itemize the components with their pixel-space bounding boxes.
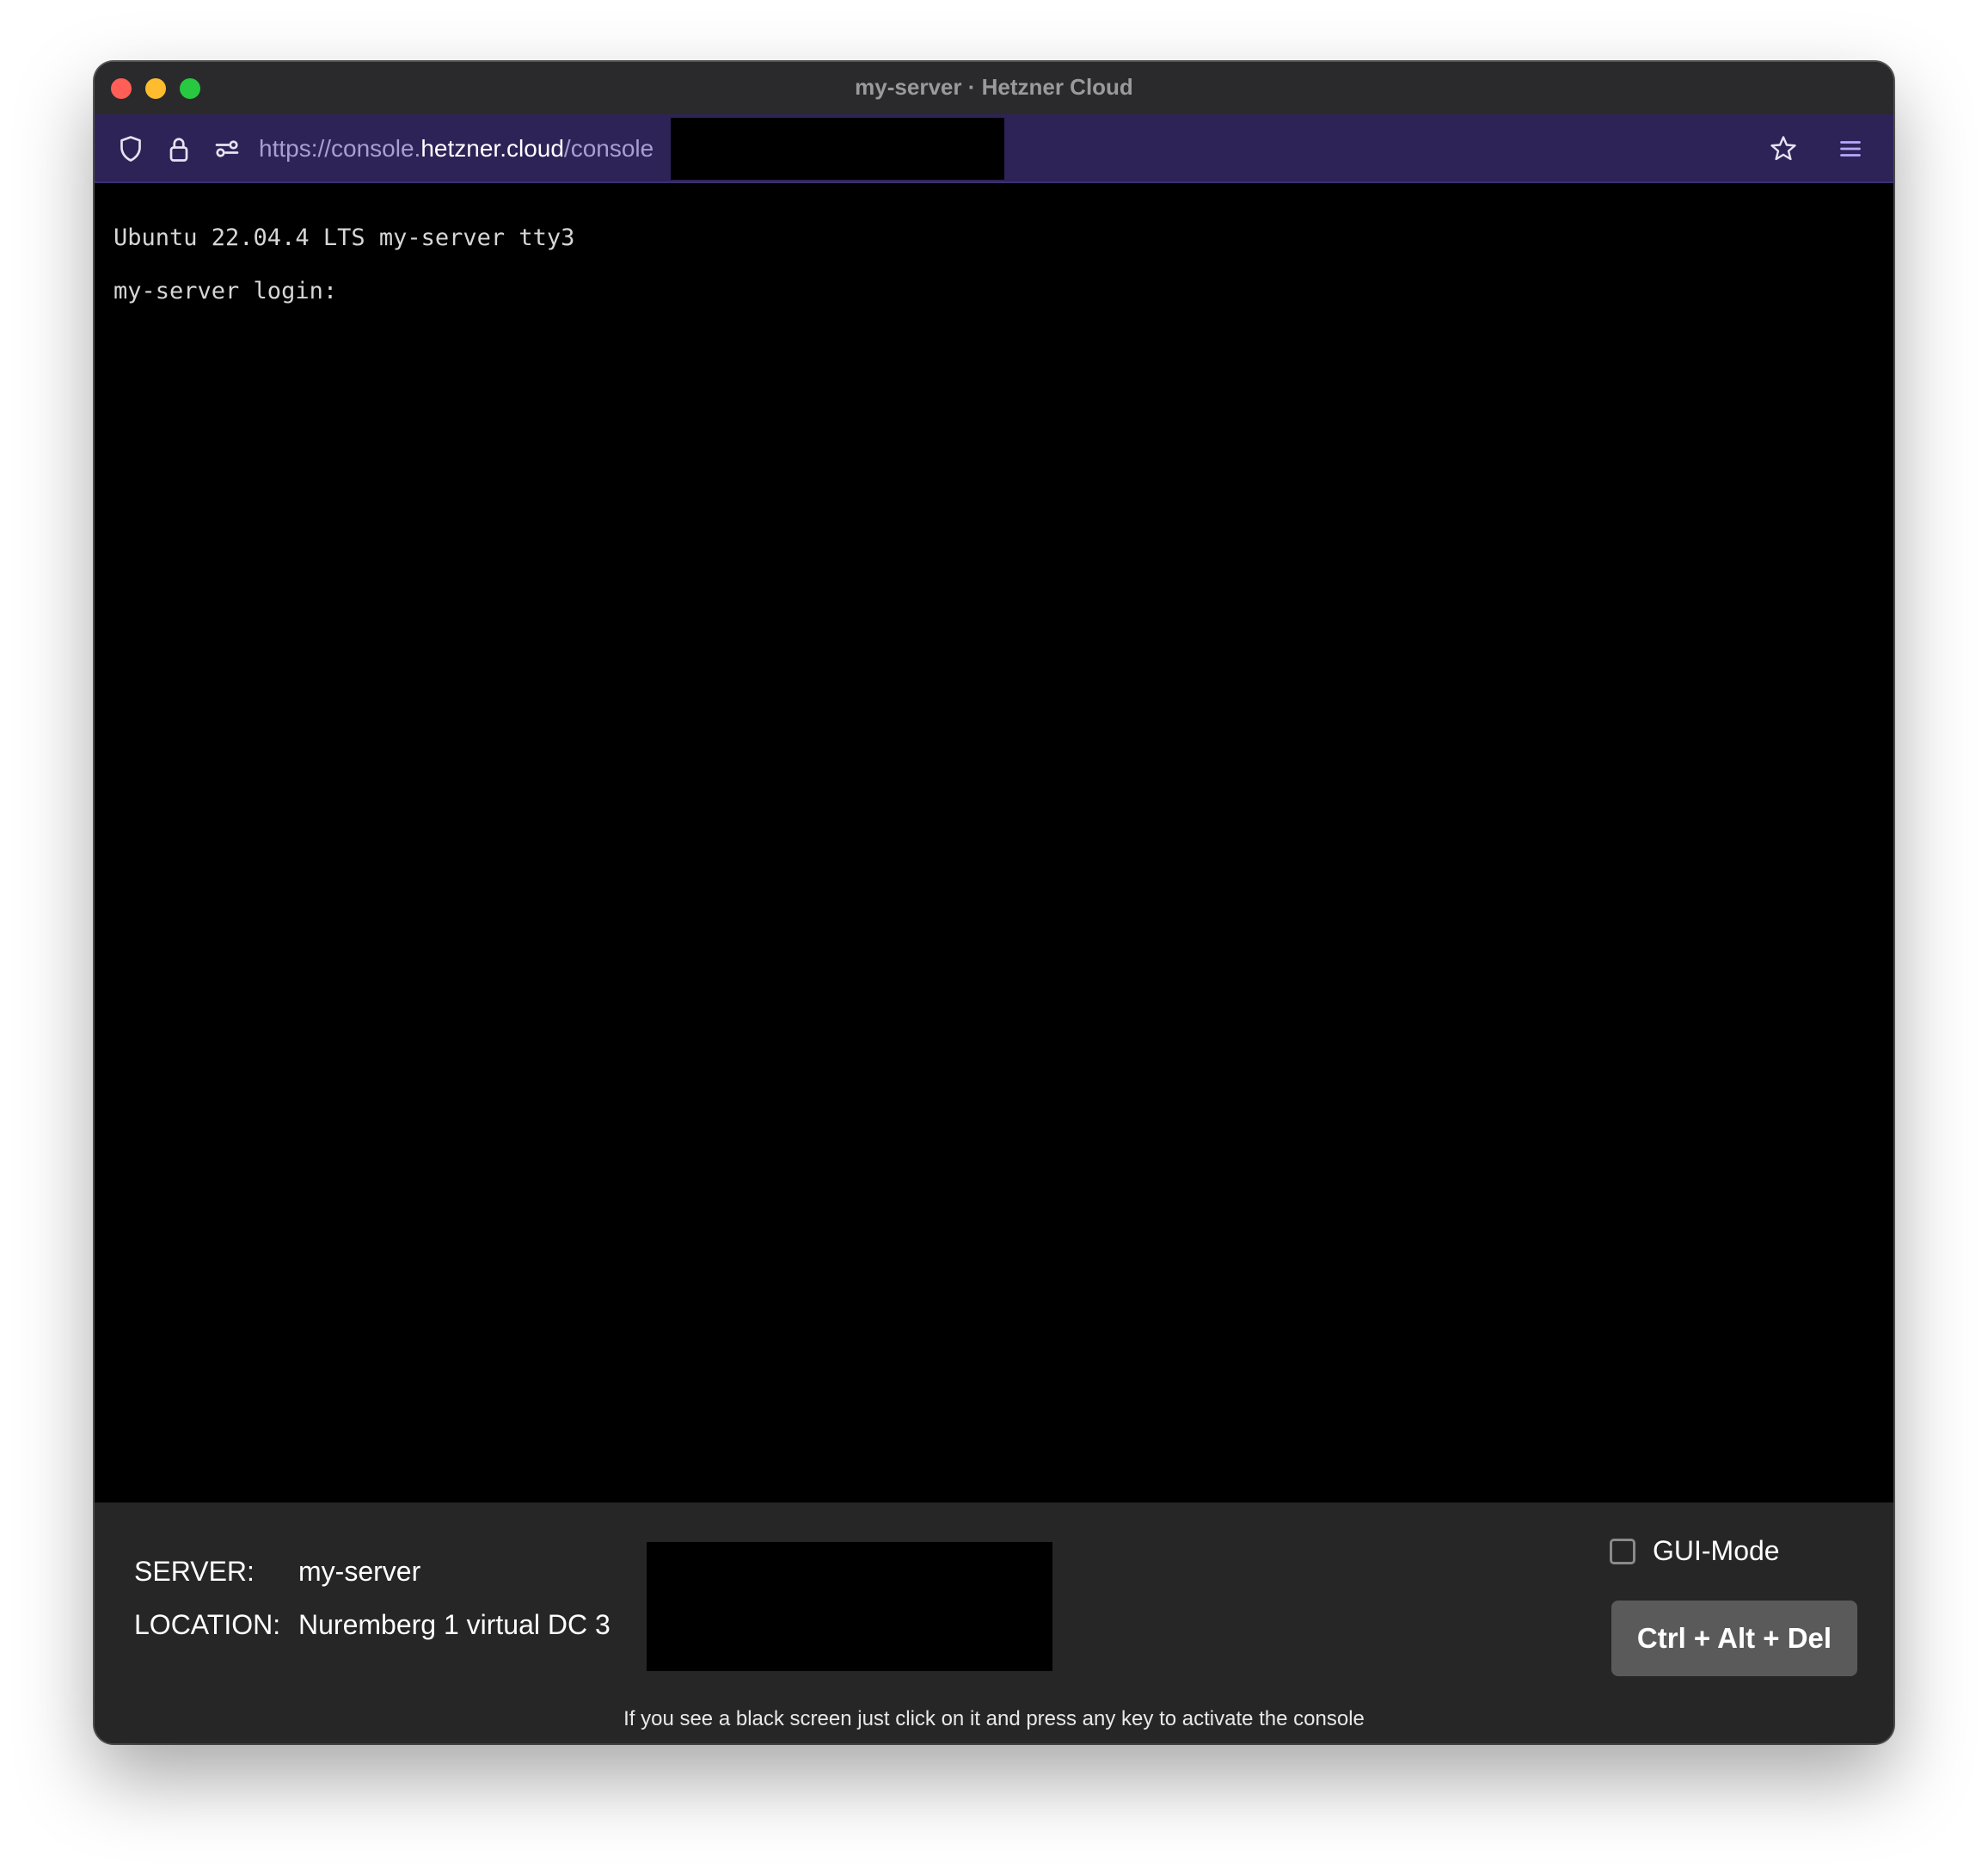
url-prefix: https://console. xyxy=(259,135,421,162)
console-hint: If you see a black screen just click on … xyxy=(623,1707,1365,1730)
terminal-line: Ubuntu 22.04.4 LTS my-server tty3 xyxy=(114,224,575,251)
console-terminal[interactable]: Ubuntu 22.04.4 LTS my-server tty3 my-ser… xyxy=(95,183,1893,1502)
menu-icon[interactable] xyxy=(1835,133,1866,164)
location-label: LOCATION: xyxy=(134,1609,281,1640)
shield-icon[interactable] xyxy=(115,133,146,164)
console-footer: SERVER: my-server LOCATION: Nuremberg 1 … xyxy=(95,1502,1893,1743)
browser-window: my-server · Hetzner Cloud https://consol… xyxy=(95,62,1893,1743)
url-bar: https://console.hetzner.cloud/console xyxy=(95,114,1893,183)
url-host: hetzner.cloud xyxy=(420,135,564,162)
redacted-info-block xyxy=(647,1542,1052,1671)
server-value: my-server xyxy=(298,1556,421,1587)
server-label: SERVER: xyxy=(134,1556,255,1587)
permissions-icon[interactable] xyxy=(212,133,242,164)
url-field[interactable]: https://console.hetzner.cloud/console xyxy=(259,132,653,166)
gui-mode-toggle[interactable]: GUI-Mode xyxy=(1610,1535,1780,1567)
gui-mode-checkbox[interactable] xyxy=(1610,1538,1635,1564)
redacted-url-block xyxy=(671,118,1004,180)
ctrl-alt-del-button[interactable]: Ctrl + Alt + Del xyxy=(1611,1601,1857,1676)
terminal-line: my-server login: xyxy=(114,278,338,304)
star-icon[interactable] xyxy=(1768,133,1799,164)
url-path: /console xyxy=(563,135,654,162)
gui-mode-label: GUI-Mode xyxy=(1653,1535,1780,1566)
window-title: my-server · Hetzner Cloud xyxy=(855,74,1133,100)
lock-icon[interactable] xyxy=(163,133,194,164)
location-value: Nuremberg 1 virtual DC 3 xyxy=(298,1609,611,1640)
title-bar: my-server · Hetzner Cloud xyxy=(95,62,1893,114)
